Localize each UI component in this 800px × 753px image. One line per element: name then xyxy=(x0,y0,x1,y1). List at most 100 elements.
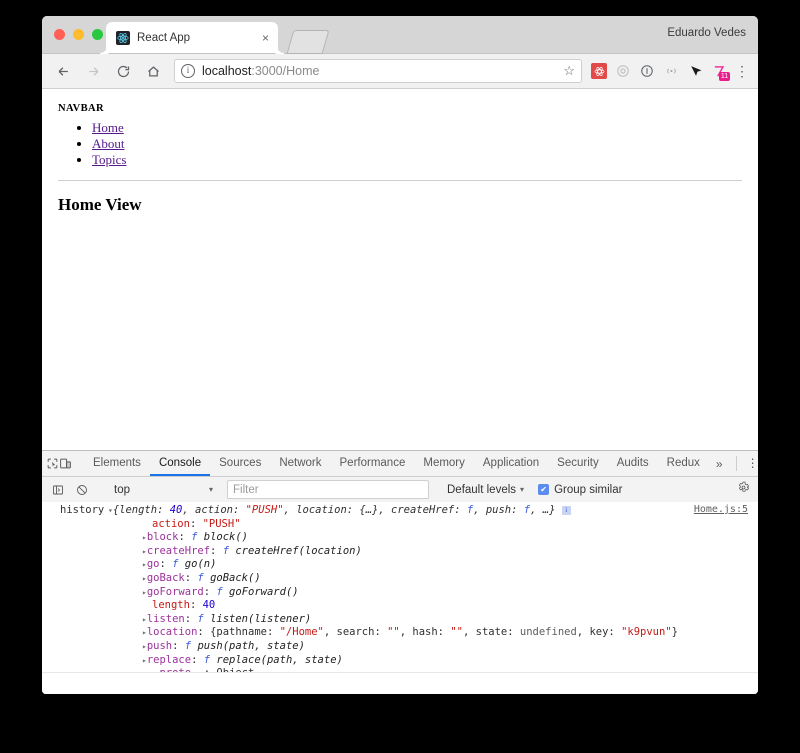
property-value: goForward() xyxy=(229,585,299,598)
function-marker: f xyxy=(197,612,204,625)
extension-wifi-icon[interactable] xyxy=(660,60,682,82)
device-toolbar-icon[interactable] xyxy=(59,451,72,476)
group-similar-checkbox[interactable]: ✔ xyxy=(538,484,550,495)
console-sidebar-icon[interactable] xyxy=(46,484,70,496)
info-icon[interactable]: i xyxy=(561,506,571,515)
console-source-link[interactable]: Home.js:5 xyxy=(694,504,748,515)
devtools-menu-icon[interactable]: ⋮ xyxy=(743,451,758,476)
function-marker: f xyxy=(197,571,204,584)
home-icon[interactable] xyxy=(140,58,166,84)
list-item: Home xyxy=(92,120,742,136)
page-viewport: NAVBAR Home About Topics Home View xyxy=(42,89,758,452)
log-levels-select[interactable]: Default levels ▾ xyxy=(447,484,524,496)
nav-link-home[interactable]: Home xyxy=(92,120,124,135)
tab-application[interactable]: Application xyxy=(474,451,548,476)
maximize-window-button[interactable] xyxy=(92,29,103,40)
console-property-row[interactable]: ▸go: f go(n) xyxy=(42,558,758,572)
reload-icon[interactable] xyxy=(110,58,136,84)
property-value: listen(listener) xyxy=(210,612,312,625)
console-property-row[interactable]: ▸replace: f replace(path, state) xyxy=(42,654,758,668)
console-log-entry[interactable]: Home.js:5 history ▾{length: 40, action: "… xyxy=(42,502,758,672)
property-separator: : xyxy=(189,599,203,612)
new-tab-button[interactable] xyxy=(286,30,330,54)
close-icon[interactable]: × xyxy=(259,32,272,44)
profile-name[interactable]: Eduardo Vedes xyxy=(667,27,746,39)
tab-console[interactable]: Console xyxy=(149,451,211,476)
chevron-down-icon: ▾ xyxy=(208,485,213,494)
property-name: goBack xyxy=(146,571,185,584)
property-separator: : xyxy=(184,612,198,625)
tab-elements[interactable]: Elements xyxy=(84,451,150,476)
devtools-tab-bar: Elements Console Sources Network Perform… xyxy=(42,451,758,477)
function-marker: f xyxy=(184,639,192,652)
property-separator: : xyxy=(184,571,198,584)
console-property-row: length: 40 xyxy=(42,599,758,613)
tab-redux[interactable]: Redux xyxy=(658,451,709,476)
tab-performance[interactable]: Performance xyxy=(331,451,415,476)
console-property-row[interactable]: ▸goForward: f goForward() xyxy=(42,586,758,600)
preview-location: , location: {…}, createHref: xyxy=(283,504,467,516)
react-devtools-icon[interactable] xyxy=(588,60,610,82)
location-pathname: "/Home" xyxy=(279,626,324,639)
extension-info-icon[interactable] xyxy=(636,60,658,82)
nav-link-topics[interactable]: Topics xyxy=(92,152,126,167)
nav-link-about[interactable]: About xyxy=(92,136,125,151)
console-property-row-location[interactable]: ▸location: {pathname: "/Home", search: "… xyxy=(42,626,758,640)
location-key: "k9pvun" xyxy=(621,626,672,639)
location-state: undefined xyxy=(519,626,577,639)
property-name: goForward xyxy=(146,585,204,598)
bookmark-star-icon[interactable]: ☆ xyxy=(563,63,575,79)
address-bar[interactable]: i localhost:3000/Home ☆ xyxy=(174,59,582,83)
inspect-element-icon[interactable] xyxy=(46,451,59,476)
page-content: NAVBAR Home About Topics Home View xyxy=(42,89,758,215)
property-name: replace xyxy=(146,653,192,666)
property-name: action xyxy=(152,517,190,530)
preview-end: , …} xyxy=(530,504,556,516)
browser-tab-title: React App xyxy=(137,31,191,44)
minimize-window-button[interactable] xyxy=(73,29,84,40)
property-name: createHref xyxy=(146,544,211,557)
extension-circle-icon[interactable] xyxy=(612,60,634,82)
location-t2: , hash: xyxy=(399,626,451,639)
console-object-preview[interactable]: history ▾{length: 40, action: "PUSH", loc… xyxy=(42,504,758,518)
devtools-tabbar-right: ⋮ ✕ xyxy=(730,451,758,476)
log-levels-label: Default levels xyxy=(447,483,517,496)
back-icon[interactable] xyxy=(50,58,76,84)
clear-console-icon[interactable] xyxy=(70,484,94,496)
tab-security[interactable]: Security xyxy=(548,451,608,476)
console-filter-placeholder: Filter xyxy=(233,483,259,496)
browser-menu-icon[interactable]: ⋮ xyxy=(732,64,752,78)
forward-icon xyxy=(80,58,106,84)
browser-tab-react-app[interactable]: React App × xyxy=(106,22,278,53)
screenshot-root: React App × Eduardo Vedes i localhost:30… xyxy=(0,0,800,753)
devtools-status-line xyxy=(42,672,758,694)
console-filter-input[interactable]: Filter xyxy=(227,480,429,499)
close-window-button[interactable] xyxy=(54,29,65,40)
execution-context-select[interactable]: top ▾ xyxy=(109,480,219,499)
console-property-row: action: "PUSH" xyxy=(42,518,758,532)
gear-icon[interactable] xyxy=(737,481,750,499)
toolbar-separator xyxy=(735,456,737,471)
property-separator: : xyxy=(191,653,204,666)
console-property-row[interactable]: ▸listen: f listen(listener) xyxy=(42,613,758,627)
page-info-icon[interactable]: i xyxy=(181,64,195,78)
property-name: go xyxy=(146,558,160,571)
property-separator: : xyxy=(172,639,185,652)
tab-sources[interactable]: Sources xyxy=(210,451,270,476)
function-marker: f xyxy=(203,653,211,666)
console-property-row[interactable]: ▸push: f push(path, state) xyxy=(42,640,758,654)
extension-cursor-icon[interactable] xyxy=(684,60,706,82)
group-similar-toggle[interactable]: ✔ Group similar xyxy=(538,484,622,496)
location-open: {pathname: xyxy=(210,626,280,639)
react-devtools-glyph xyxy=(591,63,607,79)
console-property-row[interactable]: ▸block: f block() xyxy=(42,531,758,545)
tab-memory[interactable]: Memory xyxy=(414,451,474,476)
property-value: block() xyxy=(203,531,249,544)
console-property-row[interactable]: ▸goBack: f goBack() xyxy=(42,572,758,586)
console-output[interactable]: Home.js:5 history ▾{length: 40, action: "… xyxy=(42,502,758,672)
extension-pink-icon[interactable]: 11 xyxy=(708,60,730,82)
more-tabs-icon[interactable]: » xyxy=(709,451,730,476)
console-property-row[interactable]: ▸createHref: f createHref(location) xyxy=(42,545,758,559)
tab-network[interactable]: Network xyxy=(270,451,330,476)
tab-audits[interactable]: Audits xyxy=(608,451,658,476)
